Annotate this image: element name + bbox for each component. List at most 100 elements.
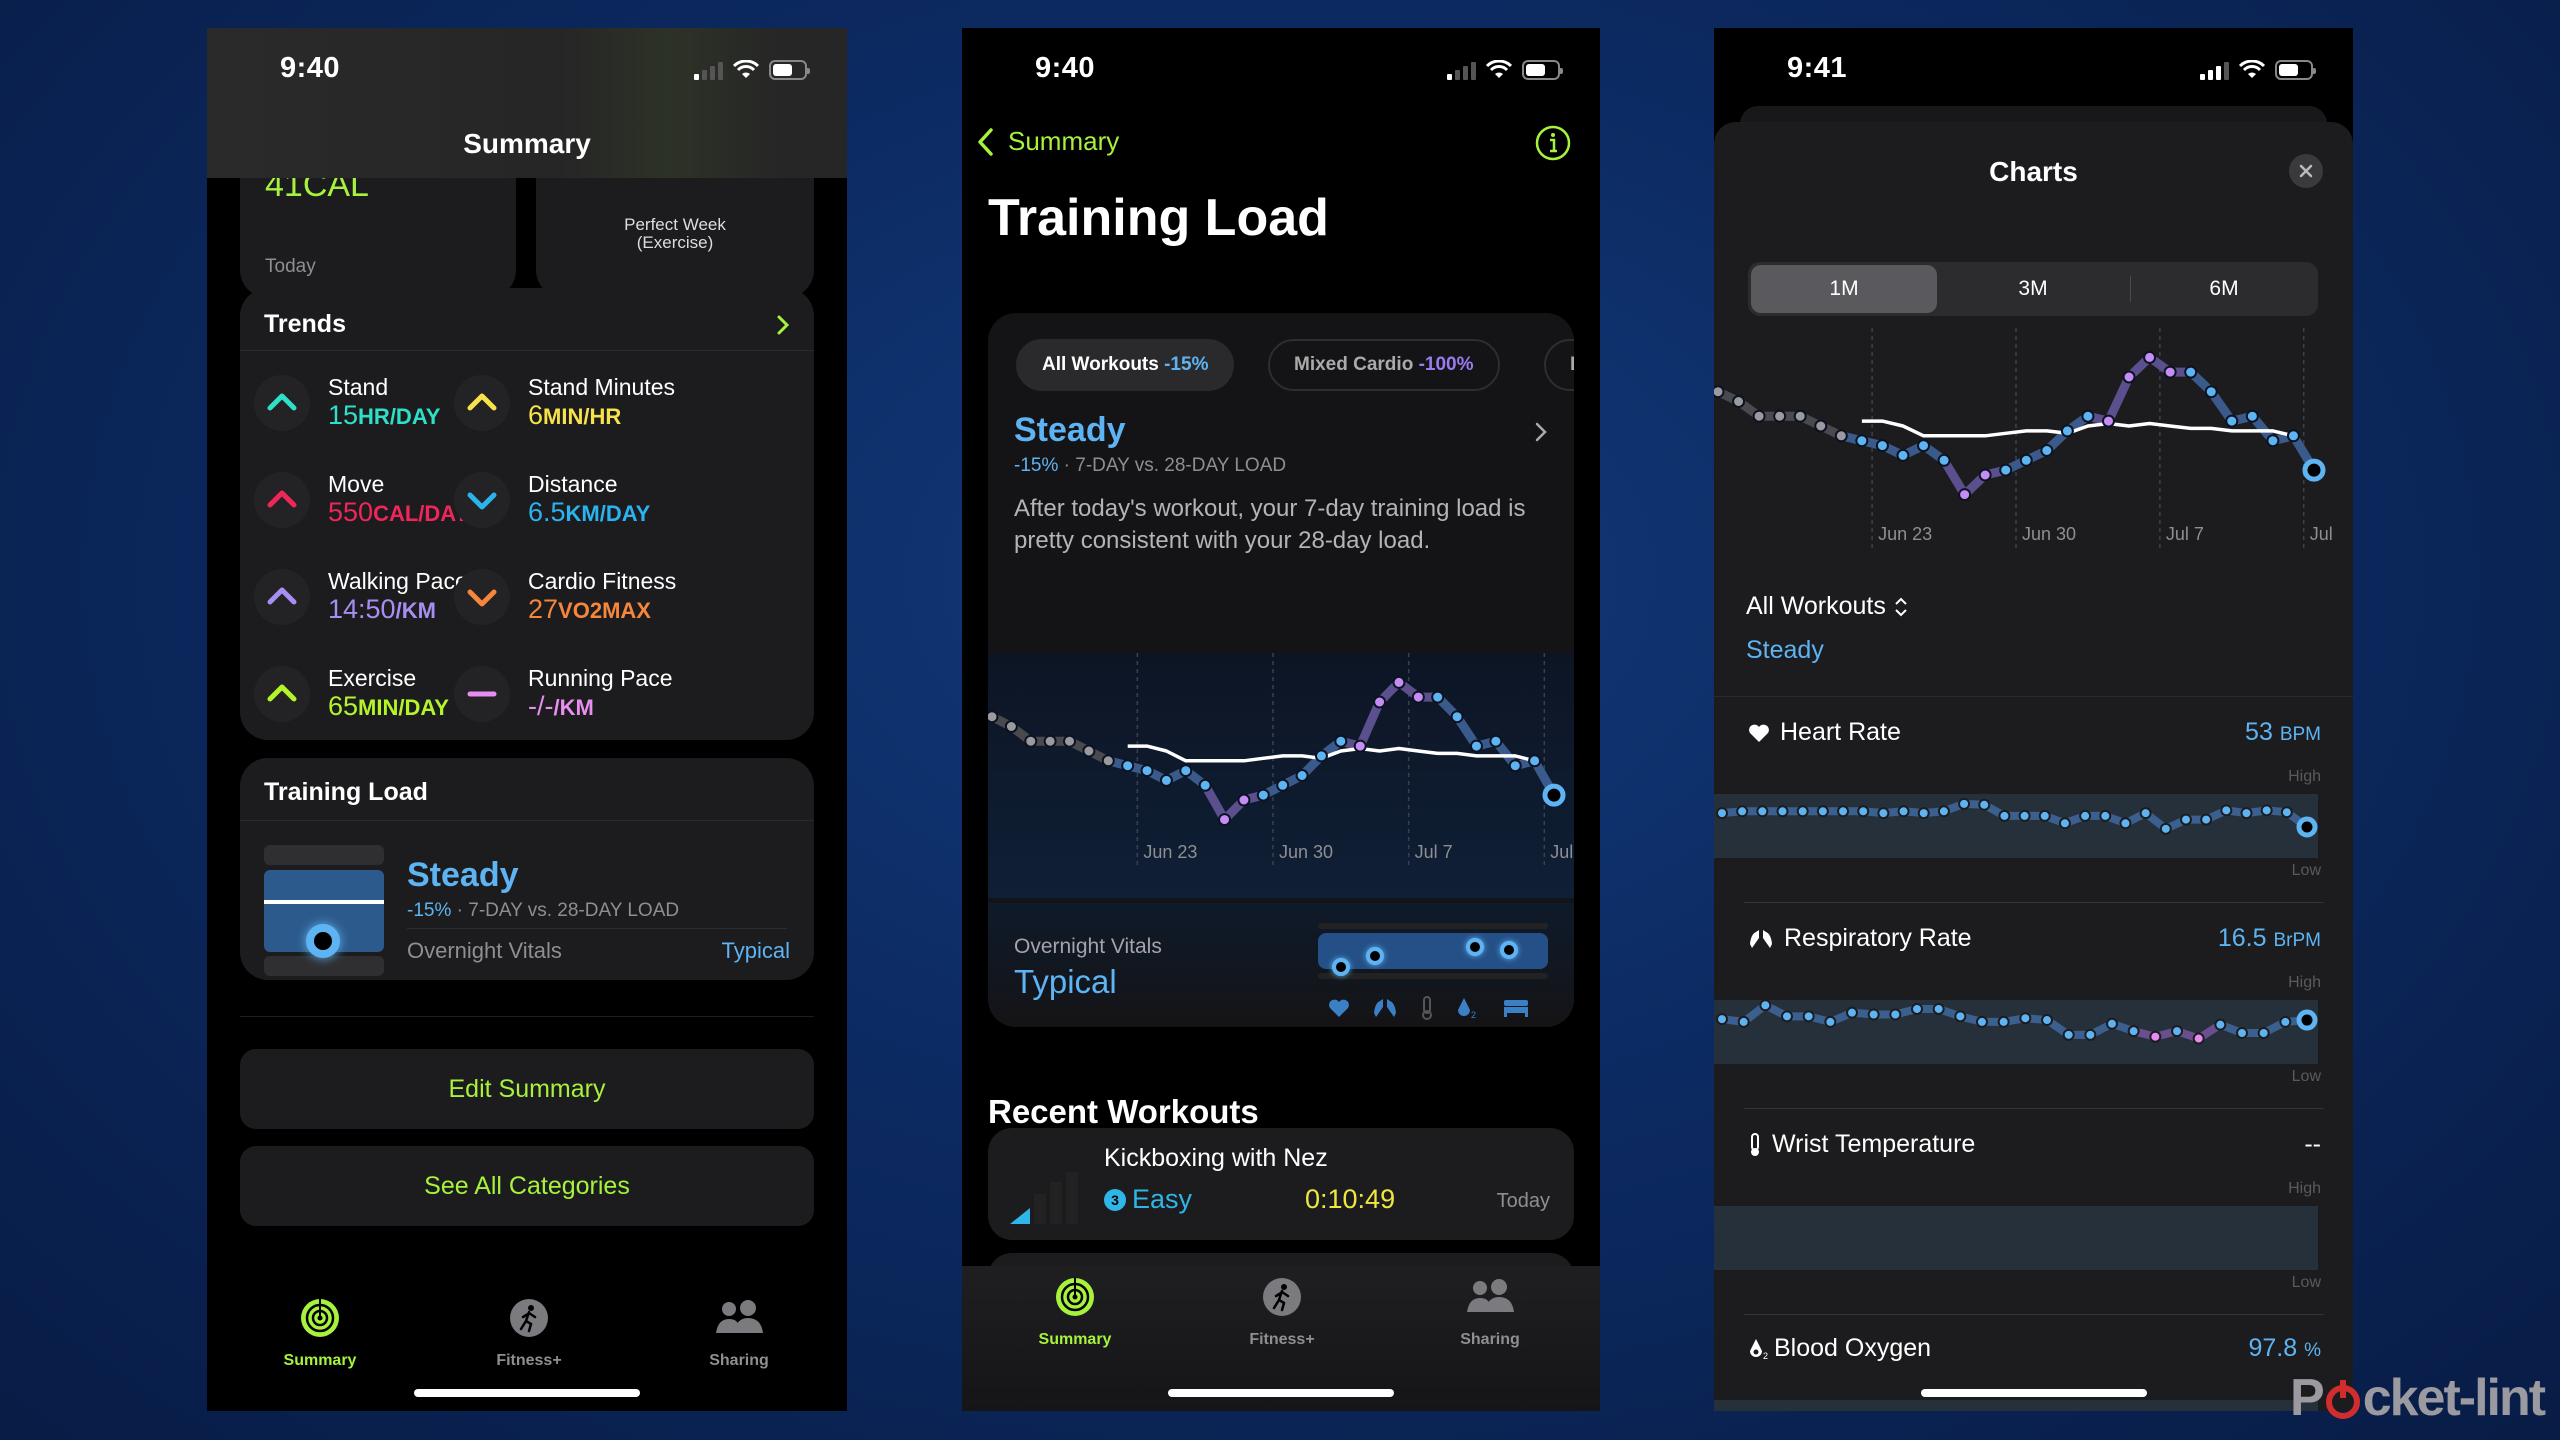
back-button[interactable]: Summary (976, 126, 1119, 157)
cellular-signal-icon (1447, 60, 1476, 80)
trend-item-stand[interactable]: Stand 15HR/DAY (254, 368, 440, 438)
segment-6m[interactable]: 6M (2131, 265, 2317, 313)
data-point (1837, 805, 1850, 818)
data-point (2184, 365, 2198, 379)
tab-sharing[interactable]: Sharing (1430, 1276, 1550, 1349)
chevron-right-icon[interactable] (776, 314, 790, 336)
trend-value: 15HR/DAY (328, 400, 441, 430)
data-point (2179, 813, 2192, 826)
lungs-icon (1750, 929, 1772, 948)
tab-fitness-plus[interactable]: Fitness+ (1222, 1276, 1342, 1349)
change-description: · 7-DAY vs. 28-DAY LOAD (456, 900, 680, 921)
trends-card[interactable]: Trends Stand 15HR/DAY Stand Minutes 6MIN/HR… (240, 288, 814, 740)
data-point (2260, 804, 2273, 817)
perfect-week-line2: (Exercise) (636, 233, 714, 252)
power-o-icon (2325, 1380, 2360, 1419)
trend-label: Walking Pace (328, 568, 468, 594)
data-point (1776, 805, 1789, 818)
data-point (1781, 1010, 1793, 1023)
close-icon (2299, 164, 2313, 178)
filter-label: All Workouts (1746, 592, 1886, 620)
training-load-card[interactable]: Training Load Steady -15% · 7-DAY vs. 28… (240, 758, 814, 980)
segment-3m[interactable]: 3M (1940, 265, 2126, 313)
x-tick-label: Jul... (1550, 842, 1574, 862)
trend-label: Move (328, 471, 385, 497)
close-button[interactable] (2289, 154, 2323, 188)
data-point (2204, 385, 2218, 399)
tab-summary[interactable]: Summary (1015, 1276, 1135, 1349)
data-point (1716, 1013, 1728, 1026)
low-label: Low (2291, 1274, 2321, 1291)
dash-icon (454, 666, 510, 722)
bed-icon (1504, 1000, 1528, 1017)
divider (1744, 902, 2324, 903)
info-icon[interactable] (1534, 124, 1572, 162)
tab-summary[interactable]: Summary (260, 1297, 380, 1370)
data-point (1911, 1002, 1923, 1015)
wrist-temp-normal-band (1714, 1206, 2318, 1270)
data-point (2220, 804, 2233, 817)
data-point (1140, 764, 1154, 778)
data-point (1716, 807, 1728, 820)
data-point (2101, 414, 2115, 428)
data-point (1954, 1010, 1967, 1023)
training-load-title: Training Load (264, 778, 428, 806)
data-point (1528, 754, 1542, 768)
gauge-marker (306, 924, 340, 958)
chevron-right-icon[interactable] (1534, 421, 1548, 443)
data-point (1867, 1008, 1880, 1021)
tab-fitness-plus[interactable]: Fitness+ (469, 1297, 589, 1370)
chip-mixed-cardio[interactable]: Mixed Cardio -100% (1268, 339, 1500, 391)
trend-item-distance[interactable]: Distance 6.5KM/DAY (454, 465, 650, 535)
series-segment (2103, 372, 2134, 426)
workout-filter-picker[interactable]: All Workouts (1746, 592, 1908, 621)
see-all-categories-button[interactable]: See All Categories (240, 1146, 814, 1226)
trend-text: Distance 6.5KM/DAY (528, 471, 650, 529)
trend-item-walking-pace[interactable]: Walking Pace 14:50/KM (254, 562, 468, 632)
chevron-left-icon (978, 127, 993, 156)
data-point (1997, 1015, 2010, 1028)
data-point (2058, 817, 2071, 830)
effort-badge: 3 (1104, 1188, 1126, 1211)
data-point (1024, 734, 1038, 748)
trend-text: Stand Minutes 6MIN/HR (528, 374, 675, 432)
segment-1m[interactable]: 1M (1751, 265, 1937, 313)
training-load-chart[interactable]: Jun 23 Jun 30 Jul 7 Jul... (1714, 328, 2334, 573)
trend-text: Exercise 65MIN/DAY (328, 665, 449, 723)
divider (407, 928, 787, 929)
trend-item-move[interactable]: Move 550CAL/DAY (254, 465, 469, 535)
edit-summary-button[interactable]: Edit Summary (240, 1049, 814, 1129)
data-point (1816, 805, 1829, 818)
status-time: 9:41 (1787, 52, 1848, 84)
wifi-icon (1486, 60, 1512, 78)
data-point (2280, 806, 2293, 819)
data-point (2018, 809, 2031, 822)
training-load-chart[interactable]: Jun 23 Jun 30 Jul 7 Jul... (988, 653, 1574, 898)
wifi-icon (733, 60, 759, 78)
tab-sharing[interactable]: Sharing (679, 1297, 799, 1370)
perfect-week-card[interactable]: Perfect Week (Exercise) (536, 178, 814, 298)
x-tick-label: Jun 30 (2022, 524, 2076, 544)
trend-item-cardio-fitness[interactable]: Cardio Fitness 27VO2MAX (454, 562, 676, 632)
change-description: · 7-DAY vs. 28-DAY LOAD (1063, 455, 1287, 476)
workout-duration: 0:10:49 (1305, 1184, 1396, 1214)
respiratory-rate-chart[interactable] (1714, 988, 2334, 1078)
sheet-title: Charts (1989, 156, 2078, 187)
chip-partial[interactable]: F (1544, 339, 1574, 391)
workout-row[interactable]: Kickboxing with Nez 3 Easy 0:10:49 Today (988, 1128, 1574, 1240)
activity-rings-icon (301, 1299, 339, 1337)
move-card[interactable]: 41CAL Today (240, 178, 516, 298)
data-point (1855, 434, 1869, 448)
data-point (1392, 675, 1406, 689)
heart-rate-chart[interactable] (1714, 782, 2334, 872)
trend-item-exercise[interactable]: Exercise 65MIN/DAY (254, 659, 449, 729)
vital-unit: % (2304, 1340, 2321, 1361)
data-point (1004, 720, 1018, 733)
trend-item-stand-minutes[interactable]: Stand Minutes 6MIN/HR (454, 368, 675, 438)
chip-all-workouts[interactable]: All Workouts -15% (1016, 339, 1235, 391)
overnight-vitals-section[interactable]: Overnight Vitals Typical 2 (988, 903, 1574, 1027)
trend-item-running-pace[interactable]: Running Pace -/-/KM (454, 659, 673, 729)
battery-icon (769, 60, 810, 80)
vital-number: 97.8 (2248, 1334, 2298, 1362)
x-tick-label: Jul... (2310, 524, 2334, 544)
